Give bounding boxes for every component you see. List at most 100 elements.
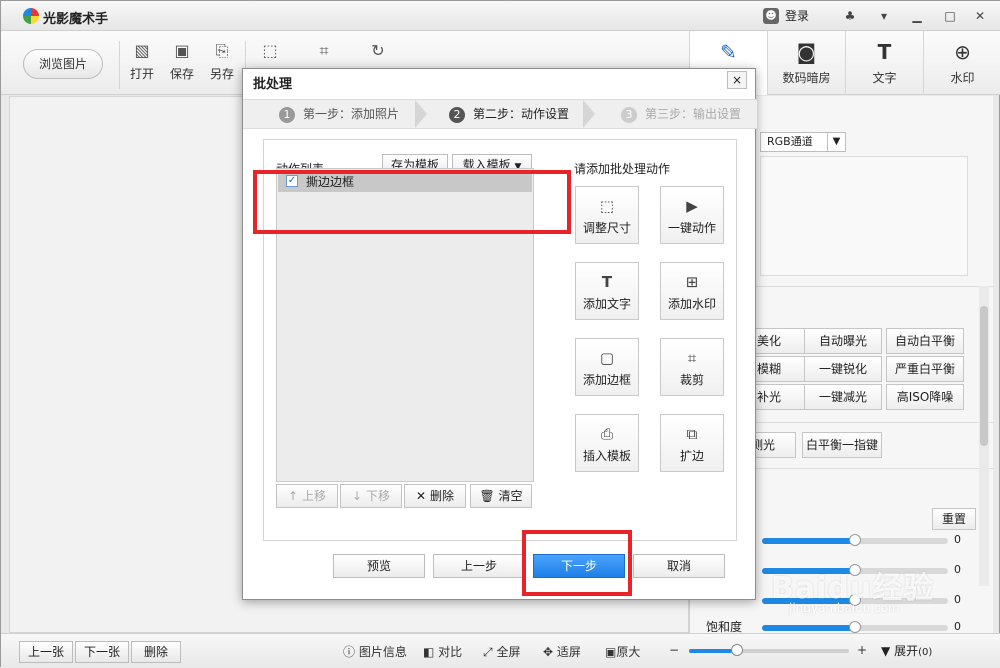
fullscreen-icon: ⤢ bbox=[483, 645, 493, 659]
preview-button[interactable]: 预览 bbox=[333, 554, 425, 578]
original-size-button[interactable]: ▣原大 bbox=[605, 643, 640, 660]
watermark-icon: ⊞ bbox=[685, 273, 699, 291]
previous-step-button[interactable]: 上一步 bbox=[433, 554, 525, 578]
filter-sharpen-button[interactable]: 一键锐化 bbox=[804, 356, 882, 382]
filter-wb-one-touch-button[interactable]: 白平衡一指键 bbox=[802, 432, 882, 458]
chevron-down-icon: ▼ bbox=[881, 644, 891, 658]
filter-strong-wb-button[interactable]: 严重白平衡 bbox=[886, 356, 964, 382]
open-button[interactable]: ▧ 打开 bbox=[123, 41, 161, 82]
delete-action-button[interactable]: ✕ 删除 bbox=[404, 484, 466, 508]
action-label: 调整尺寸 bbox=[582, 221, 631, 235]
frame-icon: ▢ bbox=[599, 349, 615, 367]
close-icon[interactable]: ✕ bbox=[971, 7, 989, 25]
action-insert-template-button[interactable]: ⎙ 插入模板 bbox=[575, 414, 639, 472]
slider-knob[interactable] bbox=[849, 621, 861, 633]
move-up-label: 上移 bbox=[301, 489, 326, 503]
cancel-button[interactable]: 取消 bbox=[633, 554, 725, 578]
saturation-slider[interactable] bbox=[762, 621, 948, 633]
slider-fill bbox=[762, 538, 855, 544]
tab-text[interactable]: T 文字 bbox=[845, 31, 923, 95]
action-crop-button[interactable]: ⌗ 裁剪 bbox=[660, 338, 724, 396]
step-label: 第一步：添加照片 bbox=[303, 107, 400, 121]
scrollbar-thumb[interactable] bbox=[980, 306, 988, 446]
tab-darkroom[interactable]: ◙ 数码暗房 bbox=[767, 31, 845, 95]
saveas-icon: ⎘ bbox=[215, 41, 229, 60]
action-label: 添加文字 bbox=[582, 297, 631, 311]
add-actions-label: 请添加批处理动作 bbox=[574, 162, 671, 176]
tab-watermark[interactable]: ⊕ 水印 bbox=[923, 31, 1000, 95]
action-expand-border-button[interactable]: ⧉ 扩边 bbox=[660, 414, 724, 472]
filter-auto-wb-button[interactable]: 自动白平衡 bbox=[886, 328, 964, 354]
action-label: 添加水印 bbox=[667, 297, 716, 311]
slider-value: 0 bbox=[954, 620, 961, 633]
fit-screen-button[interactable]: ✥ 适屏 bbox=[543, 643, 581, 660]
save-button[interactable]: ▣ 保存 bbox=[163, 41, 201, 82]
move-down-button[interactable]: ↓ 下移 bbox=[340, 484, 402, 508]
arrow-down-icon: ↓ bbox=[352, 489, 363, 503]
menu-icon[interactable]: ▾ bbox=[875, 7, 893, 25]
save-label: 保存 bbox=[169, 67, 194, 81]
action-add-watermark-button[interactable]: ⊞ 添加水印 bbox=[660, 262, 724, 320]
fullscreen-label: 全屏 bbox=[496, 645, 521, 659]
channel-select[interactable]: RGB通道 ▼ bbox=[760, 132, 846, 152]
next-image-button[interactable]: 下一张 bbox=[75, 641, 129, 663]
original-size-icon: ▣ bbox=[605, 645, 617, 659]
highlight-box-list-item bbox=[253, 170, 571, 234]
dialog-close-button[interactable]: × bbox=[727, 71, 747, 89]
action-resize-button[interactable]: ⬚ 调整尺寸 bbox=[575, 186, 639, 244]
panel-scrollbar[interactable] bbox=[979, 286, 989, 586]
step-number: 3 bbox=[621, 107, 637, 123]
chevron-down-icon: ▼ bbox=[827, 133, 845, 151]
crop-tool-icon[interactable]: ⌗ bbox=[305, 41, 343, 65]
move-up-button[interactable]: ↑ 上移 bbox=[276, 484, 338, 508]
zoom-out-icon[interactable]: − bbox=[669, 643, 679, 657]
batch-dialog: 批处理 × 1第一步：添加照片 2第二步：动作设置 3第三步：输出设置 动作列表… bbox=[242, 68, 757, 600]
dialog-title: 批处理 bbox=[253, 77, 293, 92]
filter-reduce-light-button[interactable]: 一键减光 bbox=[804, 384, 882, 410]
zoom-slider[interactable] bbox=[689, 644, 849, 656]
filter-auto-exposure-button[interactable]: 自动曝光 bbox=[804, 328, 882, 354]
adjust-slider[interactable] bbox=[762, 534, 948, 546]
action-label: 添加边框 bbox=[582, 373, 631, 387]
resize-tool-icon[interactable]: ⬚ bbox=[251, 41, 289, 65]
rotate-tool-icon[interactable]: ↻ bbox=[359, 41, 397, 65]
step-indicator: 1 第一步：添加照片 2 第二步：动作设置 3 第三步：输出设置 bbox=[243, 99, 757, 129]
clear-actions-button[interactable]: 🗑 清空 bbox=[470, 484, 532, 508]
action-add-frame-button[interactable]: ▢ 添加边框 bbox=[575, 338, 639, 396]
compare-button[interactable]: ◧ 对比 bbox=[423, 643, 462, 660]
action-one-click-button[interactable]: ▶ 一键动作 bbox=[660, 186, 724, 244]
action-add-text-button[interactable]: T 添加文字 bbox=[575, 262, 639, 320]
expand-button[interactable]: ▼ 展开(0) bbox=[881, 642, 932, 659]
saveas-button[interactable]: ⎘ 另存 bbox=[203, 41, 241, 82]
save-icon: ▣ bbox=[174, 41, 190, 60]
step-label: 第三步：输出设置 bbox=[645, 107, 742, 121]
image-info-button[interactable]: ⓘ 图片信息 bbox=[343, 643, 407, 660]
user-face-icon: ☻ bbox=[763, 7, 779, 24]
maximize-icon[interactable]: □ bbox=[941, 7, 959, 25]
filter-high-iso-button[interactable]: 高ISO降噪 bbox=[886, 384, 964, 410]
step-label: 第二步：动作设置 bbox=[473, 107, 570, 121]
reset-button[interactable]: 重置 bbox=[932, 508, 976, 530]
delete-image-button[interactable]: 删除 bbox=[131, 641, 181, 663]
fit-icon: ✥ bbox=[543, 645, 554, 659]
zoom-knob[interactable] bbox=[731, 644, 743, 656]
zoom-in-icon[interactable]: + bbox=[857, 643, 867, 657]
minimize-icon[interactable]: ▁ bbox=[908, 7, 926, 25]
browse-images-button[interactable]: 浏览图片 bbox=[23, 49, 103, 79]
x-icon: ✕ bbox=[416, 489, 427, 503]
clear-label: 清空 bbox=[498, 489, 523, 503]
skin-icon[interactable]: ♣ bbox=[841, 7, 859, 25]
login-button[interactable]: ☻ 登录 bbox=[763, 7, 809, 24]
step-3: 3 第三步：输出设置 bbox=[621, 100, 741, 128]
info-icon: ⓘ bbox=[343, 645, 356, 659]
prev-image-button[interactable]: 上一张 bbox=[19, 641, 73, 663]
fullscreen-button[interactable]: ⤢ 全屏 bbox=[483, 643, 520, 660]
highlight-box-next-button bbox=[522, 530, 632, 596]
slider-knob[interactable] bbox=[849, 534, 861, 546]
tab-label: 水印 bbox=[950, 71, 975, 85]
image-info-label: 图片信息 bbox=[358, 645, 407, 659]
open-label: 打开 bbox=[129, 67, 154, 81]
step-2: 2 第二步：动作设置 bbox=[449, 100, 569, 128]
action-label: 一键动作 bbox=[667, 221, 716, 235]
compare-label: 对比 bbox=[438, 645, 463, 659]
